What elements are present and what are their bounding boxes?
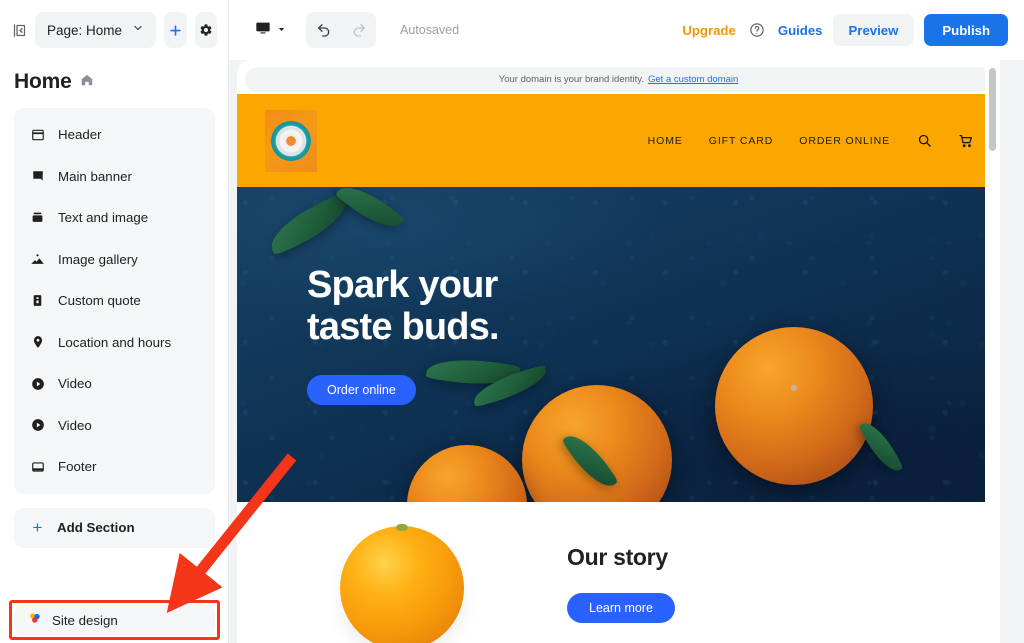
site-editor-app: Page: Home Home Header Main banner Text … [0,0,1024,643]
site-canvas: Your domain is your brand identity. Get … [237,60,1000,643]
add-section-button[interactable]: + Add Section [14,507,215,548]
nav-link-order-online[interactable]: ORDER ONLINE [799,135,890,147]
settings-button[interactable] [194,12,217,48]
search-icon[interactable] [916,133,932,149]
domain-banner-text: Your domain is your brand identity. [498,74,644,85]
location-pin-icon [30,335,45,350]
sidebar-item-video-1[interactable]: Video [14,363,215,405]
sidebar-item-label: Custom quote [58,293,141,309]
nav-link-gift-card[interactable]: GIFT CARD [709,135,774,147]
preview-button[interactable]: Preview [832,14,915,46]
canvas-scrollbar-thumb[interactable] [989,68,996,151]
sections-list: Header Main banner Text and image Image … [14,108,215,494]
page-title-row: Home [0,60,229,108]
hero-heading-line1: Spark your [307,264,498,306]
top-toolbar: Autosaved Upgrade Guides Preview Publish [229,0,1024,60]
sidebar-item-label: Image gallery [58,251,138,267]
undo-redo-group [306,12,376,48]
sidebar-item-location-and-hours[interactable]: Location and hours [14,322,215,364]
page-selector-label: Page: Home [47,22,123,38]
banner-icon [30,169,45,184]
sidebar-item-main-banner[interactable]: Main banner [14,156,215,198]
upgrade-link[interactable]: Upgrade [682,23,736,38]
story-copy: Our story Learn more [537,526,1000,623]
custom-quote-icon [30,293,45,308]
site-preview: HOME GIFT CARD ORDER ONLINE Spark your t… [237,94,1000,643]
autosave-status: Autosaved [400,23,460,37]
sidebar-item-header[interactable]: Header [14,114,215,156]
plus-icon: + [32,518,43,537]
page-title: Home [14,70,72,93]
footer-layout-icon [30,459,45,474]
text-image-icon [30,210,45,225]
device-preview-selector[interactable] [245,12,296,48]
orange-target-logo-icon [271,120,311,161]
hero-copy: Spark your taste buds. Order online [307,264,500,405]
sidebar-item-label: Main banner [58,168,132,184]
sidebar-item-label: Header [58,127,102,143]
sidebar-item-video-2[interactable]: Video [14,405,215,447]
sidebar-item-text-and-image[interactable]: Text and image [14,197,215,239]
hero-banner-section[interactable]: Spark your taste buds. Order online [237,187,1000,502]
home-icon [80,73,94,92]
chevron-down-icon [277,21,286,39]
whole-orange-photo [340,524,464,643]
site-logo[interactable] [265,109,317,172]
orange-navel [791,385,797,391]
story-image-wrap [237,524,537,643]
sidebar-item-image-gallery[interactable]: Image gallery [14,239,215,281]
nav-link-home[interactable]: HOME [648,135,683,147]
help-question-icon[interactable] [746,19,768,41]
chevron-down-icon [132,21,144,39]
hero-orange-2 [715,327,873,485]
site-design-button[interactable]: Site design [14,605,215,635]
redo-button[interactable] [341,12,376,48]
left-sidebar: Page: Home Home Header Main banner Text … [0,0,229,643]
site-design-label: Site design [52,612,118,628]
sidebar-item-label: Video [58,376,92,392]
add-section-label: Add Section [57,520,135,535]
orange-stem [396,524,408,531]
color-palette-icon [28,611,42,630]
our-story-section[interactable]: Our story Learn more [237,502,1000,643]
guides-link[interactable]: Guides [778,23,823,38]
hero-heading-line2: taste buds. [307,305,500,348]
story-heading: Our story [567,544,668,570]
video-play-icon [30,376,45,391]
domain-banner-row: Your domain is your brand identity. Get … [237,60,1000,94]
sidebar-item-footer[interactable]: Footer [14,446,215,488]
collapse-panel-icon[interactable] [12,19,27,41]
shopping-cart-icon[interactable] [958,133,974,149]
editor-main: Autosaved Upgrade Guides Preview Publish… [229,0,1024,643]
sidebar-item-label: Footer [58,459,97,475]
sidebar-item-label: Location and hours [58,334,172,350]
publish-button[interactable]: Publish [924,14,1008,46]
image-gallery-icon [30,252,45,267]
undo-button[interactable] [306,12,341,48]
learn-more-button[interactable]: Learn more [567,593,675,623]
sidebar-item-custom-quote[interactable]: Custom quote [14,280,215,322]
site-header-section[interactable]: HOME GIFT CARD ORDER ONLINE [237,94,1000,187]
sidebar-toolbar: Page: Home [0,0,229,60]
domain-banner: Your domain is your brand identity. Get … [245,67,992,92]
video-play-icon [30,418,45,433]
page-selector[interactable]: Page: Home [35,12,157,48]
site-nav: HOME GIFT CARD ORDER ONLINE [648,133,974,149]
get-custom-domain-link[interactable]: Get a custom domain [648,74,738,85]
site-design-container: Site design [14,605,215,635]
sidebar-item-label: Video [58,417,92,433]
sidebar-item-label: Text and image [58,210,149,226]
canvas-area: Your domain is your brand identity. Get … [229,60,1024,643]
add-page-button[interactable] [164,12,187,48]
desktop-monitor-icon [255,20,271,41]
header-layout-icon [30,127,45,142]
order-online-button[interactable]: Order online [307,374,416,405]
